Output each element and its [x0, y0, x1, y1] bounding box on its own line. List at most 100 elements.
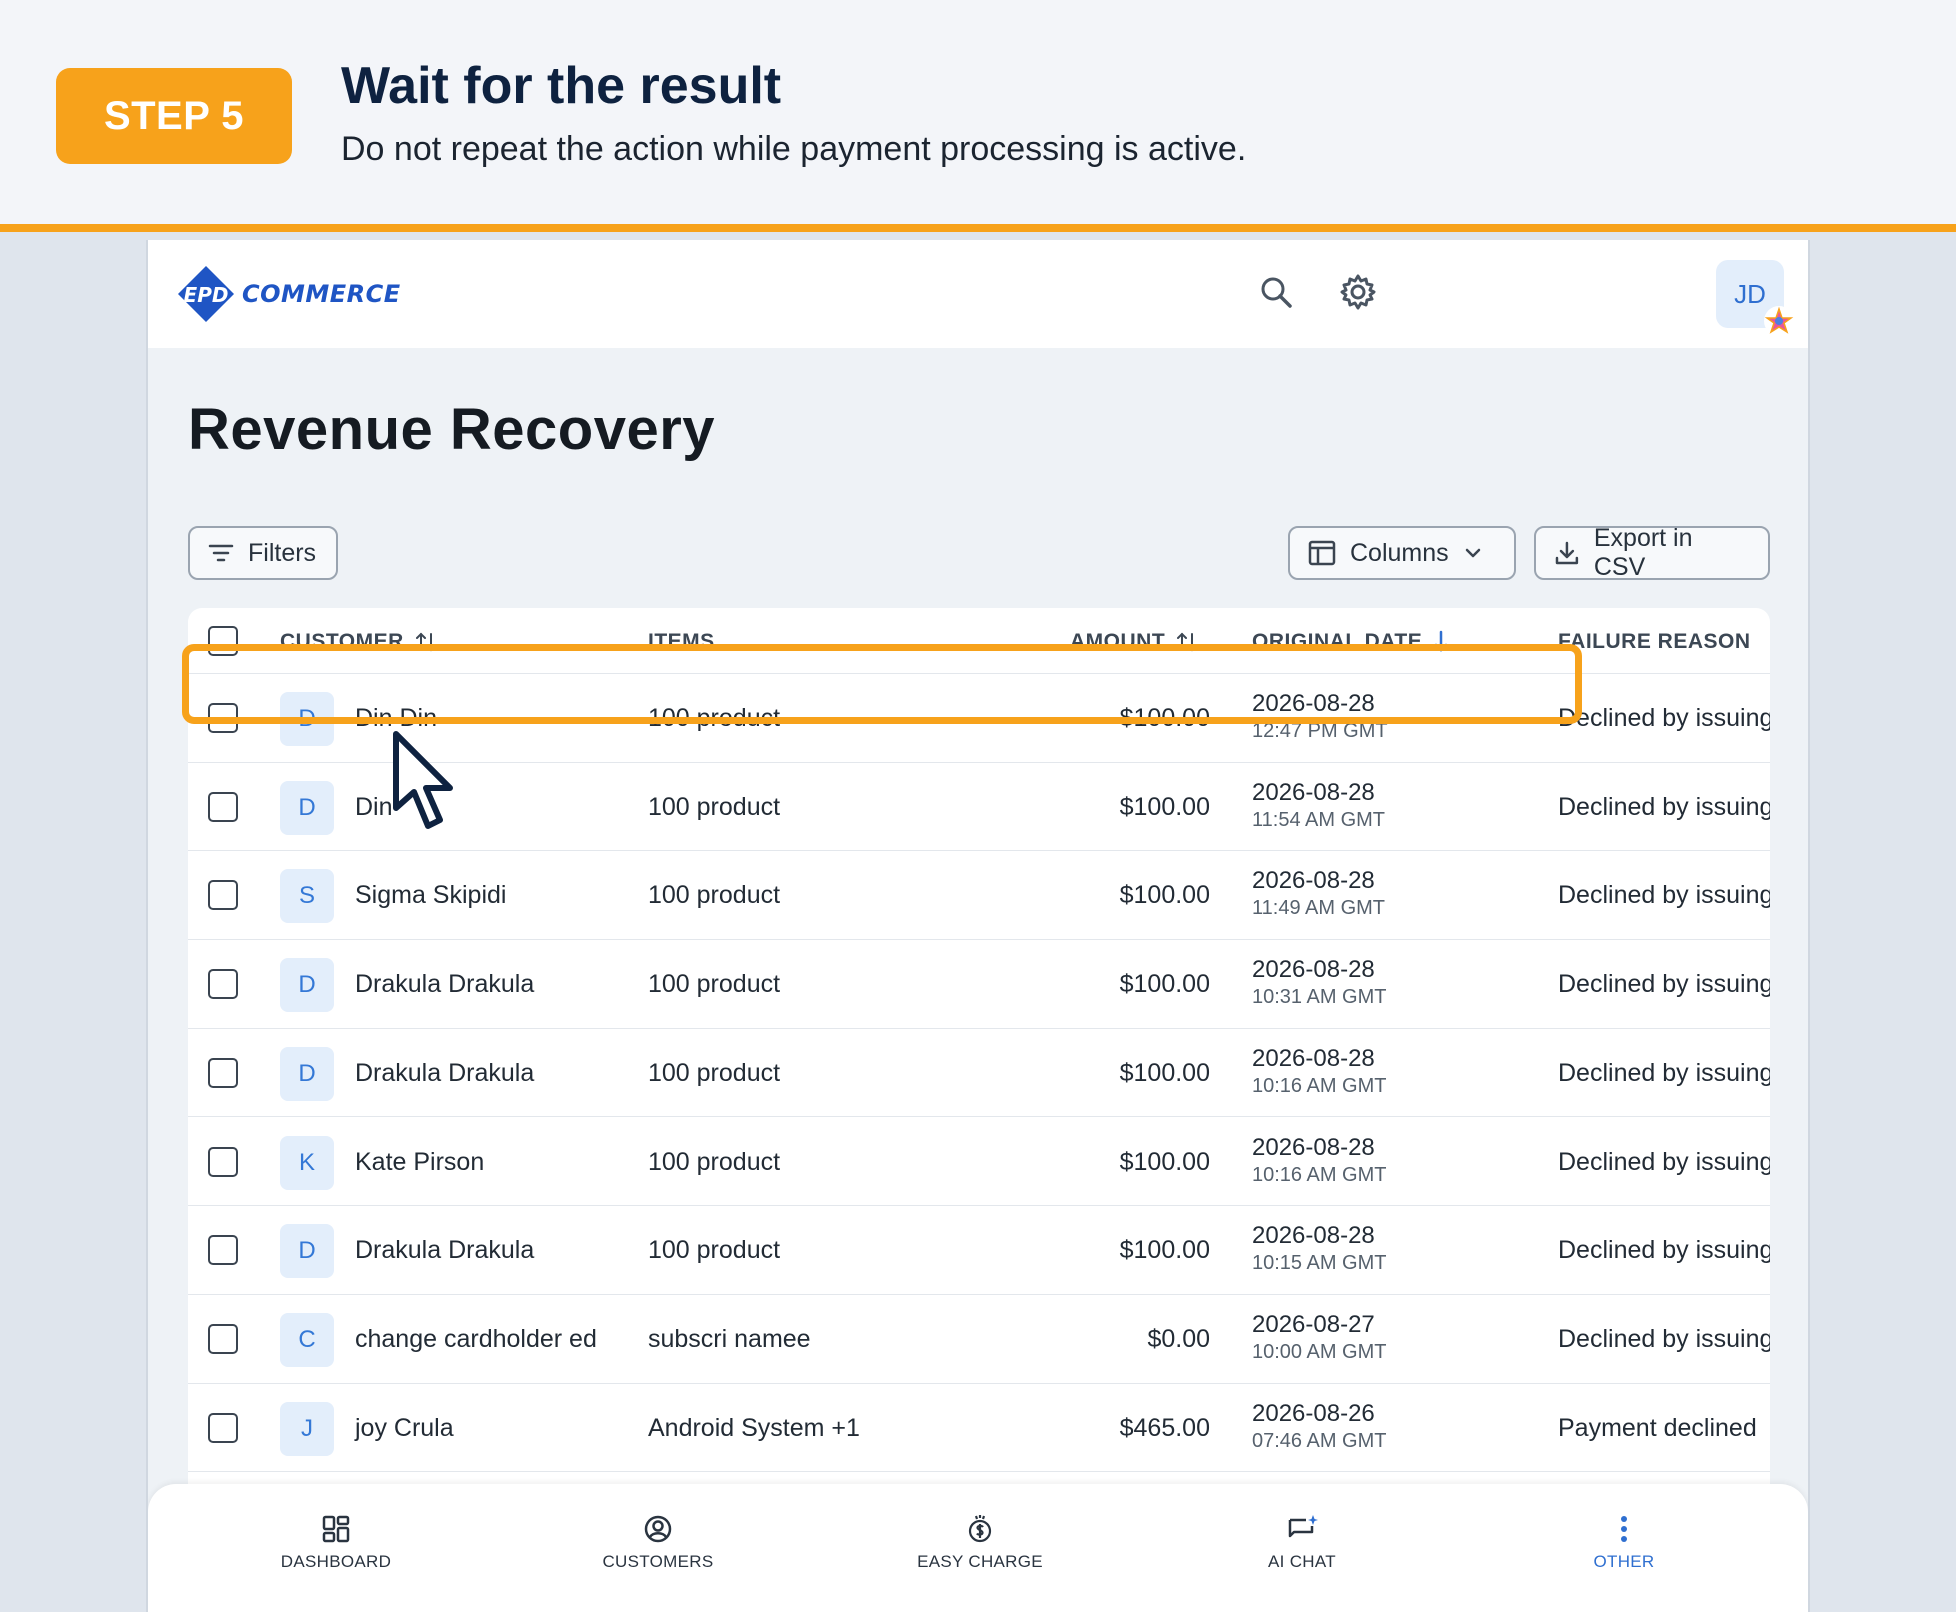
items-cell: 100 product — [648, 1058, 781, 1087]
original-date: 2026-08-28 — [1252, 1044, 1375, 1072]
failure-reason: Declined by issuing — [1558, 881, 1770, 910]
row-checkbox[interactable] — [208, 1235, 238, 1266]
column-header-failure-reason[interactable]: FAILURE REASON — [1558, 630, 1751, 654]
original-time: 11:54 AM GMT — [1252, 808, 1386, 831]
failure-reason: Declined by issuing — [1558, 1324, 1770, 1353]
failure-reason: Declined by issuing — [1558, 1147, 1770, 1176]
table-row[interactable]: Jjoy Crula Android System +1 $465.00 2026-0… — [188, 1384, 1770, 1473]
table-row[interactable]: D Drakula Drakula 100 product $100.00 2026-0… — [188, 1206, 1770, 1295]
original-date: 2026-08-26 — [1252, 1399, 1375, 1427]
chevron-down-icon — [1465, 548, 1480, 558]
customer-initial-avatar: D — [280, 958, 334, 1013]
customer-initial-avatar: S — [280, 869, 334, 924]
amount-cell: $465.00 — [1119, 1413, 1210, 1442]
original-time: 10:00 AM GMT — [1252, 1340, 1387, 1363]
items-cell: Android System +1 — [648, 1413, 860, 1442]
mouse-pointer-icon — [393, 731, 453, 829]
svg-text:EPD: EPD — [184, 283, 229, 307]
ai-sparkle-badge-icon — [1764, 306, 1794, 336]
customer-name[interactable]: Sigma Skipidi — [355, 881, 506, 910]
filter-icon — [208, 544, 234, 562]
logo-text: COMMERCE — [242, 280, 401, 308]
failure-reason: Declined by issuing — [1558, 970, 1770, 999]
row-checkbox[interactable] — [208, 1146, 238, 1177]
step-highlight-box — [182, 644, 1582, 724]
search-icon — [1261, 277, 1292, 308]
epd-logo-mark-icon: EPD — [178, 266, 234, 322]
page-title: Revenue Recovery — [188, 397, 716, 462]
customer-name[interactable]: change cardholder ed — [355, 1325, 597, 1354]
items-cell: 100 product — [648, 1236, 781, 1265]
items-cell: 100 product — [648, 792, 781, 821]
easy-charge-icon — [968, 1515, 992, 1543]
customer-initial-avatar: C — [280, 1312, 334, 1367]
download-icon — [1555, 541, 1579, 565]
table-row[interactable]: K Kate Pirson 100 product $100.00 2026-08-28… — [188, 1118, 1770, 1207]
customer-name[interactable]: Drakula Drakula — [355, 1059, 534, 1088]
columns-button[interactable]: Columns — [1288, 526, 1516, 580]
amount-cell: $100.00 — [1119, 792, 1210, 821]
banner-subtitle: Do not repeat the action while payment p… — [341, 130, 1247, 168]
row-checkbox[interactable] — [208, 1057, 238, 1088]
dashboard-icon — [322, 1515, 350, 1543]
customer-name[interactable]: Drakula Drakula — [355, 970, 534, 999]
bottom-navigation: DASHBOARD CUSTOMERS EASY CHARGE AI CHAT … — [148, 1484, 1808, 1612]
banner-title: Wait for the result — [341, 57, 782, 115]
failure-reason: Declined by issuing — [1558, 704, 1770, 732]
step-badge: STEP 5 — [56, 68, 292, 164]
customer-name[interactable]: Drakula Drakula — [355, 1236, 534, 1265]
export-csv-button[interactable]: Export in CSV — [1534, 524, 1770, 581]
failure-reason: Declined by issuing — [1558, 1058, 1770, 1087]
original-date: 2026-08-28 — [1252, 778, 1375, 806]
customers-icon — [644, 1515, 672, 1543]
original-date: 2026-08-28 — [1252, 1133, 1375, 1161]
customer-name[interactable]: Kate Pirson — [355, 1148, 484, 1177]
amount-cell: $0.00 — [1147, 1324, 1210, 1353]
table-row[interactable]: Cchange cardholder ed subscri namee $0.00 2… — [188, 1295, 1770, 1384]
table-row[interactable]: D Drakula Drakula 100 product $100.00 2026-0… — [188, 1029, 1770, 1118]
customer-initial-avatar: J — [280, 1401, 334, 1456]
instruction-banner: STEP 5 Wait for the result Do not repeat… — [0, 0, 1956, 232]
nav-other[interactable]: OTHER — [1524, 1514, 1724, 1572]
ai-chat-icon — [1288, 1515, 1318, 1538]
nav-ai-chat[interactable]: AI CHAT — [1202, 1514, 1402, 1572]
row-checkbox[interactable] — [208, 1323, 238, 1354]
original-time: 07:46 AM GMT — [1252, 1429, 1387, 1452]
customer-name[interactable]: joy Crula — [355, 1414, 454, 1443]
amount-cell: $100.00 — [1119, 1147, 1210, 1176]
search-button[interactable] — [1246, 262, 1306, 322]
columns-icon — [1308, 540, 1336, 566]
filters-label: Filters — [248, 538, 317, 567]
settings-button[interactable] — [1328, 262, 1388, 322]
customer-initial-avatar: D — [280, 780, 334, 835]
items-cell: 100 product — [648, 970, 781, 999]
customer-name[interactable]: Din — [355, 793, 393, 822]
failure-reason: Declined by issuing — [1558, 1236, 1770, 1265]
filters-button[interactable]: Filters — [188, 526, 338, 580]
original-time: 10:15 AM GMT — [1252, 1252, 1387, 1275]
nav-dashboard[interactable]: DASHBOARD — [236, 1514, 436, 1572]
table-row[interactable]: D Drakula Drakula 100 product $100.00 2026-0… — [188, 940, 1770, 1029]
app-window: EPD COMMERCE J D Revenue Recovery Filters… — [146, 240, 1810, 1612]
failure-reason: Declined by issuing — [1558, 792, 1770, 821]
original-time: 10:16 AM GMT — [1252, 1074, 1387, 1097]
gear-icon — [1340, 274, 1376, 310]
nav-easy-charge[interactable]: EASY CHARGE — [880, 1514, 1080, 1572]
columns-label: Columns — [1350, 538, 1449, 567]
export-label: Export in CSV — [1593, 524, 1693, 581]
row-checkbox[interactable] — [208, 1412, 238, 1443]
items-cell: 100 product — [648, 1147, 781, 1176]
nav-customers[interactable]: CUSTOMERS — [558, 1514, 758, 1572]
row-checkbox[interactable] — [208, 791, 238, 822]
epd-commerce-logo[interactable]: EPD COMMERCE — [174, 262, 401, 326]
amount-cell: $100.00 — [1119, 1236, 1210, 1265]
table-row[interactable]: S Sigma Skipidi 100 product $100.00 2026-08-… — [188, 851, 1770, 941]
row-checkbox[interactable] — [208, 969, 238, 1000]
row-checkbox[interactable] — [208, 880, 238, 911]
original-time: 10:31 AM GMT — [1252, 986, 1387, 1009]
amount-cell: $100.00 — [1119, 970, 1210, 999]
customer-initial-avatar: K — [280, 1135, 334, 1190]
original-date: 2026-08-27 — [1252, 1310, 1375, 1338]
more-vertical-icon — [1621, 1516, 1627, 1542]
customer-initial-avatar: D — [280, 1224, 334, 1279]
